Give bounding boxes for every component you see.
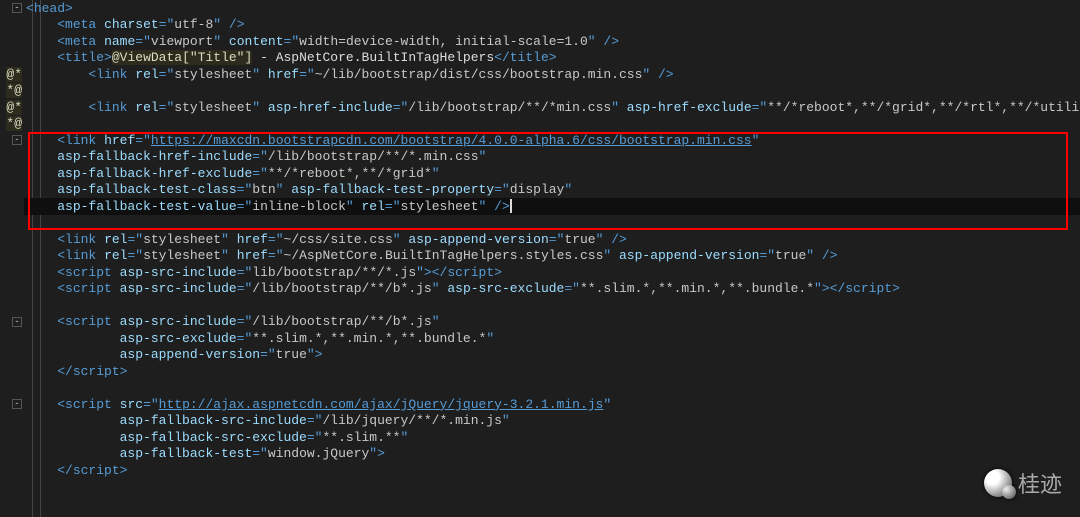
razor-marker: @* bbox=[6, 67, 22, 82]
code-line[interactable]: <title>@ViewData["Title"] - AspNetCore.B… bbox=[24, 50, 1080, 67]
cursor bbox=[510, 199, 512, 213]
code-line[interactable] bbox=[24, 83, 1080, 100]
razor-marker: @* bbox=[6, 100, 22, 115]
code-line[interactable] bbox=[24, 116, 1080, 133]
razor-marker: *@ bbox=[6, 83, 22, 98]
code-line[interactable]: </script> bbox=[24, 363, 1080, 380]
code-line[interactable]: asp-fallback-src-include="/lib/jquery/**… bbox=[24, 413, 1080, 430]
code-line[interactable] bbox=[24, 297, 1080, 314]
code-line[interactable]: asp-append-version="true"> bbox=[24, 347, 1080, 364]
code-line[interactable]: asp-src-exclude="**.slim.*,**.min.*,**.b… bbox=[24, 330, 1080, 347]
code-line[interactable] bbox=[24, 380, 1080, 397]
code-line[interactable]: <link rel="stylesheet" href="~/AspNetCor… bbox=[24, 248, 1080, 265]
code-line[interactable] bbox=[24, 479, 1080, 496]
code-area[interactable]: <head> <meta charset="utf-8" /> <meta na… bbox=[24, 0, 1080, 517]
code-line[interactable]: <meta name="viewport" content="width=dev… bbox=[24, 33, 1080, 50]
watermark: 桂迹 bbox=[984, 467, 1062, 499]
code-line[interactable]: <script asp-src-include="/lib/bootstrap/… bbox=[24, 314, 1080, 331]
code-line[interactable]: asp-fallback-href-exclude="**/*reboot*,*… bbox=[24, 165, 1080, 182]
code-line[interactable]: asp-fallback-src-exclude="**.slim.**" bbox=[24, 429, 1080, 446]
code-line[interactable]: <script asp-src-include="/lib/bootstrap/… bbox=[24, 281, 1080, 298]
wechat-icon bbox=[984, 469, 1012, 497]
code-line[interactable] bbox=[24, 215, 1080, 232]
razor-marker: *@ bbox=[6, 116, 22, 131]
code-line[interactable]: <script asp-src-include="lib/bootstrap/*… bbox=[24, 264, 1080, 281]
code-line[interactable]: asp-fallback-test-class="btn" asp-fallba… bbox=[24, 182, 1080, 199]
code-line[interactable]: <script src="http://ajax.aspnetcdn.com/a… bbox=[24, 396, 1080, 413]
code-line[interactable]: <link href="https://maxcdn.bootstrapcdn.… bbox=[24, 132, 1080, 149]
code-line[interactable]: <head> bbox=[24, 0, 1080, 17]
code-line[interactable]: <meta charset="utf-8" /> bbox=[24, 17, 1080, 34]
gutter: - @* *@ @* *@ - - - bbox=[0, 0, 24, 517]
code-line[interactable]: asp-fallback-test="window.jQuery"> bbox=[24, 446, 1080, 463]
watermark-text: 桂迹 bbox=[1018, 467, 1062, 499]
code-line[interactable]: <link rel="stylesheet" href="~/lib/boots… bbox=[24, 66, 1080, 83]
collapse-icon[interactable]: - bbox=[12, 317, 22, 327]
collapse-icon[interactable]: - bbox=[12, 3, 22, 13]
code-line[interactable]: asp-fallback-href-include="/lib/bootstra… bbox=[24, 149, 1080, 166]
code-line[interactable]: </script> bbox=[24, 462, 1080, 479]
collapse-icon[interactable]: - bbox=[12, 399, 22, 409]
code-line[interactable]: <link rel="stylesheet" asp-href-include=… bbox=[24, 99, 1080, 116]
code-line[interactable]: <link rel="stylesheet" href="~/css/site.… bbox=[24, 231, 1080, 248]
collapse-icon[interactable]: - bbox=[12, 135, 22, 145]
code-editor[interactable]: - @* *@ @* *@ - - - <head> <met bbox=[0, 0, 1080, 517]
code-line-active[interactable]: asp-fallback-test-value="inline-block" r… bbox=[24, 198, 1080, 215]
